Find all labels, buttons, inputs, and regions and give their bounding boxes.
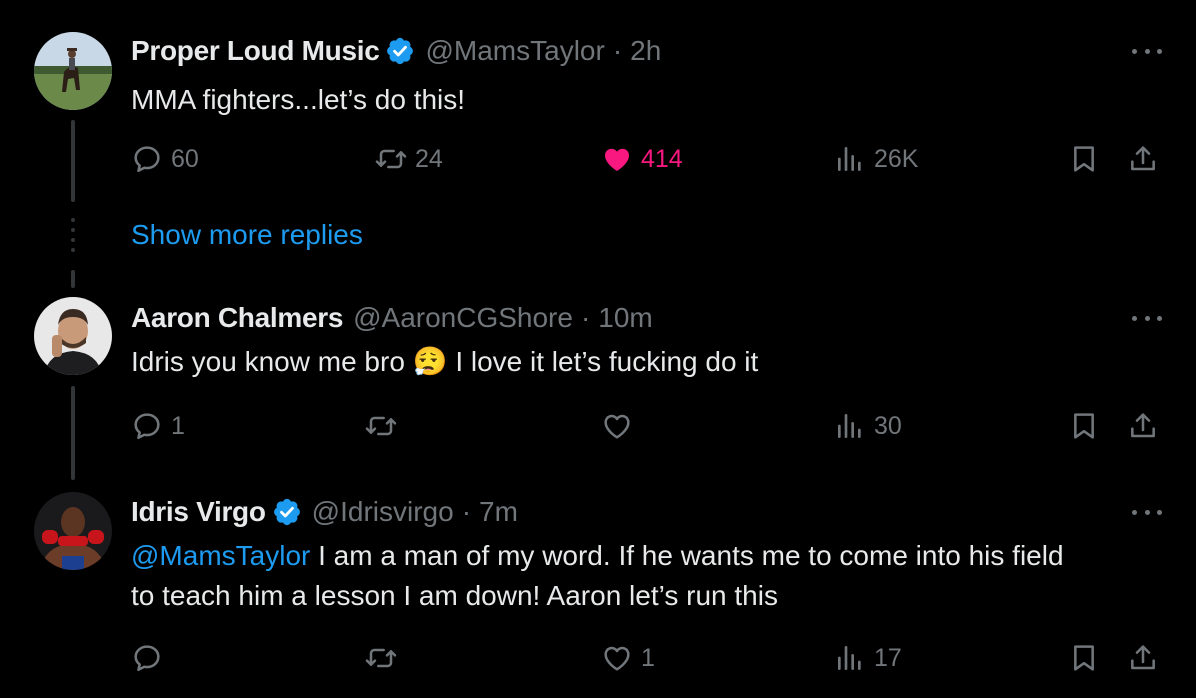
reply-icon [131,642,163,674]
like-count: 1 [641,643,655,672]
share-button[interactable] [1127,640,1159,676]
like-button[interactable]: 1 [601,640,655,676]
heart-icon [601,642,633,674]
share-icon [1127,642,1159,674]
retweet-button[interactable] [365,640,397,676]
retweet-icon [365,642,397,674]
more-options-icon[interactable] [1132,502,1162,522]
separator: · [461,496,472,527]
avatar[interactable] [34,492,112,570]
author-handle[interactable]: @Idrisvirgo [312,496,454,528]
bookmark-button[interactable] [1068,640,1100,676]
tweet-text-part: I am a man of my word. If he wants me to… [310,540,1064,571]
tweet-header: Idris Virgo @Idrisvirgo · 7m [131,494,518,530]
mention-link[interactable]: @MamsTaylor [131,540,310,571]
verified-badge-icon [272,497,302,527]
action-bar: 1 17 [131,640,1171,676]
tweet-text-line: @MamsTaylor I am a man of my word. If he… [131,536,1156,576]
tweet-3[interactable]: Idris Virgo @Idrisvirgo · 7m @MamsTaylor… [0,0,1196,698]
tweet-text-line: to teach him a lesson I am down! Aaron l… [131,580,778,611]
views-icon [834,642,866,674]
views-count: 17 [874,643,902,672]
reply-button[interactable] [131,640,163,676]
timestamp[interactable]: 7m [479,496,518,528]
author-name[interactable]: Idris Virgo [131,496,266,528]
tweet-text: @MamsTaylor I am a man of my word. If he… [131,536,1156,616]
views-button[interactable]: 17 [834,640,902,676]
bookmark-icon [1068,642,1100,674]
